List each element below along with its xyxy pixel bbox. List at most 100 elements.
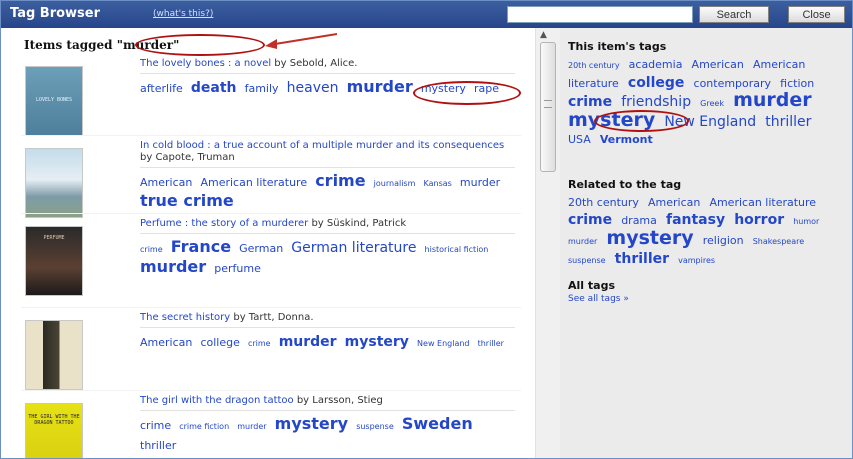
search-input[interactable] <box>507 6 693 23</box>
tag-link[interactable]: American <box>140 176 192 189</box>
tag-link[interactable]: murder <box>237 422 266 431</box>
tag-link[interactable]: religion <box>703 234 744 247</box>
item-divider <box>21 135 521 136</box>
close-button[interactable]: Close <box>788 6 845 23</box>
tag-link[interactable]: murder <box>140 257 206 276</box>
related-tags-cloud: 20th century American American literatur… <box>568 193 843 269</box>
tag-link[interactable]: journalism <box>374 179 416 188</box>
tag-link[interactable]: 20th century <box>568 196 639 209</box>
tag-link[interactable]: thriller <box>478 339 504 348</box>
tag-link[interactable]: murder <box>460 176 500 189</box>
tag-link[interactable]: murder <box>279 334 337 350</box>
tag-link[interactable]: murder <box>733 89 812 111</box>
tag-link[interactable]: mystery <box>606 227 693 249</box>
tag-link[interactable]: suspense <box>568 256 606 265</box>
tag-link[interactable]: afterlife <box>140 82 183 95</box>
tag-link[interactable]: crime <box>568 212 612 228</box>
tag-link[interactable]: horror <box>734 212 784 228</box>
item-tags: American college crime murder mystery Ne… <box>140 332 515 352</box>
tag-link[interactable]: mystery <box>275 414 348 433</box>
book-cover-image[interactable]: PERFUME <box>25 226 83 296</box>
tag-link[interactable]: Greek <box>700 99 724 108</box>
tagged-items-panel: Items tagged "murder" LOVELY BONES The lo… <box>1 28 535 458</box>
item-divider <box>21 307 521 308</box>
book-cover-image[interactable]: LOVELY BONES <box>25 66 83 136</box>
tag-link[interactable]: crime <box>140 419 171 432</box>
scroll-grip-icon <box>544 100 552 108</box>
tag-link[interactable]: 20th century <box>568 61 620 70</box>
tag-link[interactable]: New England <box>417 339 469 348</box>
all-tags-heading: All tags <box>568 279 615 292</box>
tag-link[interactable]: college <box>628 75 685 91</box>
tag-link[interactable]: suspense <box>356 422 394 431</box>
tag-link[interactable]: college <box>200 336 239 349</box>
tag-link[interactable]: Kansas <box>423 179 451 188</box>
tag-link[interactable]: American literature <box>709 196 816 209</box>
tag-link[interactable]: Vermont <box>600 133 653 146</box>
tag-link[interactable]: crime <box>315 171 365 190</box>
item-author: by Tartt, Donna. <box>230 312 314 323</box>
item-title-link[interactable]: The girl with the dragon tattoo <box>140 395 294 406</box>
red-arrow-icon <box>265 33 338 49</box>
tag-link[interactable]: perfume <box>214 262 261 275</box>
tag-link[interactable]: historical fiction <box>425 245 489 254</box>
tag-link[interactable]: vampires <box>678 256 715 265</box>
tag-link[interactable]: crime <box>248 339 271 348</box>
tag-link[interactable]: crime <box>140 245 163 254</box>
item-info: The secret history by Tartt, Donna. Ameri… <box>140 310 515 352</box>
tag-link[interactable]: thriller <box>615 251 669 267</box>
tag-link[interactable]: academia <box>629 58 683 71</box>
cover-text: PERFUME <box>43 235 65 241</box>
item-info: Perfume : the story of a murderer by Süs… <box>140 216 515 277</box>
see-all-tags-link[interactable]: See all tags » <box>568 294 629 304</box>
tag-link[interactable]: France <box>171 237 231 256</box>
tag-link[interactable]: American literature <box>200 176 307 189</box>
item-tags: crime crime fiction murder mystery suspe… <box>140 415 515 454</box>
scroll-up-icon[interactable]: ▲ <box>540 30 547 40</box>
tag-link[interactable]: thriller <box>765 114 811 130</box>
tag-link[interactable]: thriller <box>140 439 176 452</box>
tag-link[interactable]: fantasy <box>666 212 725 228</box>
tag-link[interactable]: American <box>692 58 744 71</box>
tag-link[interactable]: crime fiction <box>179 422 229 431</box>
list-item: THE GIRL WITH THE DRAGON TATTOO The girl … <box>21 393 521 458</box>
whats-this-link[interactable]: (what's this?) <box>153 9 213 19</box>
tag-link[interactable]: German literature <box>291 240 416 256</box>
tag-browser-window: Tag Browser (what's this?) Search Close … <box>0 0 853 459</box>
item-title-link[interactable]: The secret history <box>140 312 230 323</box>
item-tags: American American literature crime journ… <box>140 172 515 209</box>
tag-link[interactable]: true crime <box>140 191 234 210</box>
item-divider <box>21 390 521 391</box>
item-title-link[interactable]: In cold blood : a true account of a mult… <box>140 140 504 151</box>
tag-link[interactable]: family <box>245 82 279 95</box>
item-title-line: Perfume : the story of a murderer by Süs… <box>140 218 515 234</box>
tag-link[interactable]: heaven <box>287 80 339 96</box>
tag-link[interactable]: German <box>239 242 283 255</box>
tag-link[interactable]: friendship <box>621 94 691 110</box>
book-cover-image[interactable] <box>25 320 83 390</box>
book-cover-image[interactable] <box>25 148 83 218</box>
tag-link[interactable]: Sweden <box>402 414 473 433</box>
scroll-thumb[interactable] <box>540 42 556 172</box>
item-info: The girl with the dragon tattoo by Larss… <box>140 393 515 454</box>
search-button[interactable]: Search <box>699 6 769 23</box>
tag-link[interactable]: murder <box>568 237 597 246</box>
item-highlight-ellipse <box>413 81 521 105</box>
item-author: by Capote, Truman <box>140 152 235 163</box>
item-title-link[interactable]: Perfume : the story of a murderer <box>140 218 308 229</box>
tag-link[interactable]: death <box>191 80 237 96</box>
tags-sidebar: This item's tags 20th century academia A… <box>560 28 852 458</box>
tag-link[interactable]: American <box>140 336 192 349</box>
book-cover-image[interactable]: THE GIRL WITH THE DRAGON TATTOO <box>25 403 83 458</box>
tag-link[interactable]: drama <box>621 214 657 227</box>
tag-link[interactable]: humor <box>793 217 819 226</box>
tag-link[interactable]: USA <box>568 133 591 146</box>
tag-link[interactable]: mystery <box>345 334 409 350</box>
tag-link[interactable]: American <box>648 196 700 209</box>
tag-link[interactable]: crime <box>568 94 612 110</box>
tag-link[interactable]: Shakespeare <box>753 237 804 246</box>
vertical-scrollbar[interactable]: ▲ <box>535 28 561 458</box>
item-title-line: In cold blood : a true account of a mult… <box>140 140 515 168</box>
tag-link[interactable]: murder <box>347 77 413 96</box>
item-title-link[interactable]: The lovely bones : a novel <box>140 58 271 69</box>
